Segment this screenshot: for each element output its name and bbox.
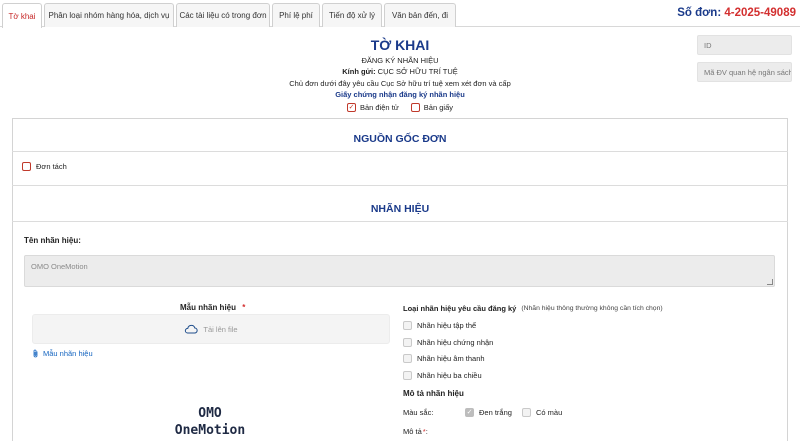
tab-declaration[interactable]: Tờ khai [2,3,42,28]
page-title: TỜ KHAI [370,37,430,53]
divider [12,185,788,186]
mark-logo-preview: OMO OneMotion [150,405,270,439]
id-field[interactable]: ID [697,35,792,55]
mark-type-certification[interactable]: Nhãn hiệu chứng nhận [403,338,493,347]
tab-documents[interactable]: Các tài liệu có trong đơn [176,3,270,27]
mark-type-collective-label: Nhãn hiệu tập thể [417,321,477,330]
option-electronic-label: Bản điện tử [360,103,399,112]
split-application-label: Đơn tách [36,162,67,171]
checkbox-icon[interactable] [522,408,531,417]
copy-type-options: ✓ Bản điện tử Bản giấy [0,103,800,112]
divider [12,221,788,222]
mark-type-collective[interactable]: Nhãn hiệu tập thể [403,321,476,330]
required-marker: * [242,303,246,312]
checkbox-icon[interactable] [22,162,31,171]
paperclip-icon [33,349,38,358]
option-paper-label: Bản giấy [423,103,453,112]
cloud-upload-icon [185,324,199,334]
mark-name-value: OMO OneMotion [31,262,88,271]
tab-goods-services[interactable]: Phân loại nhóm hàng hóa, dịch vụ [44,3,174,27]
page-subtitle: ĐĂNG KÝ NHÃN HIỆU [361,56,439,65]
sample-link-label: Mẫu nhãn hiệu [43,349,93,358]
resize-handle-icon[interactable] [767,279,773,285]
description-field-label: Mô tả *: [403,427,428,436]
mark-name-input[interactable]: OMO OneMotion [24,255,775,287]
mark-section-title: NHÃN HIỆU [370,203,430,215]
logo-line2: OneMotion [174,423,246,438]
mark-type-note: (Nhãn hiệu thông thường không cần tích c… [521,305,663,312]
mark-type-sound-label: Nhãn hiệu âm thanh [417,354,485,363]
color-option-color-label: Có màu [536,408,563,417]
mark-name-label: Tên nhãn hiệu: [24,236,81,245]
mark-type-3d[interactable]: Nhãn hiệu ba chiều [403,371,482,380]
mark-sample-label: Mẫu nhãn hiệu * [180,303,245,312]
mark-sample-label-text: Mẫu nhãn hiệu [180,303,236,312]
addressee-label: Kính gửi: [342,67,376,76]
color-row: Màu sắc: [403,408,433,417]
checkbox-icon[interactable] [410,103,420,112]
description-field-label-text: Mô tả [403,427,422,436]
mark-type-3d-label: Nhãn hiệu ba chiều [417,371,482,380]
application-number: Số đơn: 4-2025-49089 [677,7,796,19]
checkbox-checked-icon[interactable]: ✓ [347,103,356,112]
checkbox-icon[interactable] [403,354,412,363]
request-line: Chủ đơn dưới đây yêu cầu Cục Sở hữu trí … [289,79,511,88]
mark-type-sound[interactable]: Nhãn hiệu âm thanh [403,354,485,363]
color-label: Màu sắc: [403,408,434,417]
addressee: Kính gửi: CỤC SỞ HỮU TRÍ TUỆ [0,67,800,76]
origin-section-title: NGUỒN GỐC ĐƠN [353,133,447,145]
color-option-bw-label: Đen trắng [479,408,512,417]
logo-line1: OMO [198,406,222,421]
option-electronic[interactable]: ✓ Bản điện tử [347,103,399,112]
application-number-label: Số đơn: [677,7,722,19]
option-paper[interactable]: Bản giấy [410,103,453,112]
certificate-line: Giấy chứng nhận đăng ký nhãn hiệu [335,90,465,99]
mark-type-heading: Loại nhãn hiệu yêu cầu đăng ký (Nhãn hiệ… [403,304,663,313]
divider [12,151,788,152]
tab-progress[interactable]: Tiến độ xử lý [322,3,382,27]
sample-link[interactable]: Mẫu nhãn hiệu [32,349,93,358]
checkbox-icon[interactable] [403,371,412,380]
application-number-value: 4-2025-49089 [724,7,796,19]
mark-type-certification-label: Nhãn hiệu chứng nhận [417,338,494,347]
upload-dropzone[interactable]: Tải lên file [32,314,390,344]
color-option-bw[interactable]: ✓ Đen trắng [465,408,512,417]
checkbox-icon[interactable] [403,321,412,330]
mark-description-label: Mô tả nhãn hiệu [403,389,464,398]
tab-fees[interactable]: Phí lệ phí [272,3,320,27]
colon: : [425,427,428,436]
upload-label: Tải lên file [203,324,238,334]
tab-correspondence[interactable]: Văn bản đến, đi [384,3,456,27]
checkbox-icon[interactable] [403,338,412,347]
color-option-color[interactable]: Có màu [522,408,562,417]
split-application-option[interactable]: Đơn tách [22,162,67,171]
addressee-value: CỤC SỞ HỮU TRÍ TUỆ [377,67,458,76]
budget-code-field[interactable]: Mã ĐV quan hệ ngân sách [697,62,792,82]
mark-type-label: Loại nhãn hiệu yêu cầu đăng ký [403,304,517,313]
tab-bar: Tờ khai Phân loại nhóm hàng hóa, dịch vụ… [0,0,800,28]
checkbox-checked-icon[interactable]: ✓ [465,408,474,417]
